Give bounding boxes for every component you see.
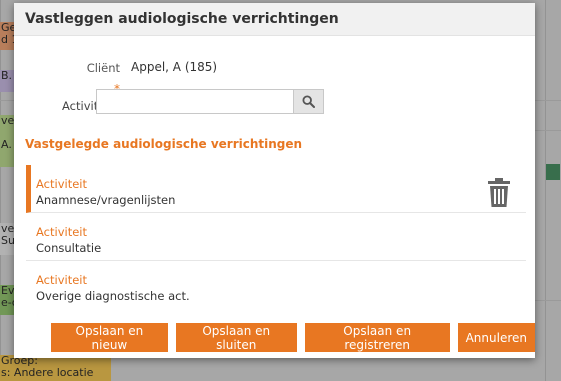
client-value: Appel, A (185)	[131, 60, 218, 74]
item-label: Activiteit	[36, 225, 87, 239]
list-item[interactable]: Activiteit Anamnese/vragenlijsten	[26, 165, 526, 213]
client-label: Cliënt	[86, 61, 120, 75]
item-label: Activiteit	[36, 273, 87, 287]
dialog-footer: Opslaan en nieuw Opslaan en sluiten Opsl…	[51, 323, 535, 352]
item-value: Overige diagnostische act.	[36, 289, 190, 303]
item-value: Anamnese/vragenlijsten	[36, 193, 176, 207]
item-value: Consultatie	[36, 241, 102, 255]
cancel-button[interactable]: Annuleren	[457, 323, 535, 352]
save-and-register-button[interactable]: Opslaan en registreren	[304, 323, 450, 352]
dialog-title: Vastleggen audiologische verrichtingen	[25, 11, 339, 27]
dialog-header: Vastleggen audiologische verrichtingen	[14, 3, 535, 36]
save-and-new-button[interactable]: Opslaan en nieuw	[51, 323, 168, 352]
activity-search-input[interactable]	[96, 89, 294, 114]
save-and-close-button[interactable]: Opslaan en sluiten	[175, 323, 297, 352]
recorded-activities-list: Activiteit Anamnese/vragenlijsten Activi…	[26, 165, 526, 309]
trash-icon[interactable]	[488, 178, 510, 208]
list-item[interactable]: Activiteit Overige diagnostische act.	[26, 261, 526, 309]
search-icon	[302, 95, 315, 108]
section-title: Vastgelegde audiologische verrichtingen	[25, 137, 303, 151]
item-label: Activiteit	[36, 177, 87, 191]
dialog: Vastleggen audiologische verrichtingen C…	[14, 3, 535, 358]
activity-search-button[interactable]	[293, 89, 324, 114]
list-item[interactable]: Activiteit Consultatie	[26, 213, 526, 261]
